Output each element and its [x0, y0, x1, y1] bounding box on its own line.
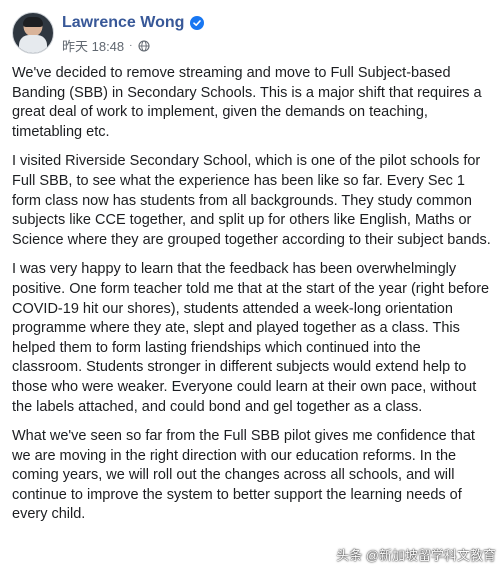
post-paragraph-1: We've decided to remove streaming and mo… — [12, 65, 482, 140]
post-header: Lawrence Wong 昨天 18:48 · — [12, 12, 492, 56]
author-name[interactable]: Lawrence Wong — [62, 14, 184, 32]
avatar[interactable] — [12, 12, 54, 54]
post-body: We've decided to remove streaming and mo… — [12, 64, 492, 535]
post-paragraph-3: I was very happy to learn that the feedb… — [12, 261, 490, 415]
post-paragraph-4: What we've seen so far from the Full SBB… — [12, 428, 475, 523]
facebook-post: Lawrence Wong 昨天 18:48 · We've decided t… — [0, 0, 504, 572]
separator-dot: · — [129, 40, 133, 51]
post-meta: 昨天 18:48 · — [62, 36, 150, 55]
post-paragraph-2: I visited Riverside Secondary School, wh… — [12, 153, 491, 248]
verified-badge-icon — [190, 16, 205, 30]
watermark-text: 头条 @新加坡留学科文教育 — [336, 548, 496, 563]
post-timestamp[interactable]: 昨天 18:48 — [62, 36, 124, 55]
author-row: Lawrence Wong — [62, 14, 205, 32]
watermark: 头条 @新加坡留学科文教育 — [336, 545, 496, 564]
globe-icon[interactable] — [137, 39, 150, 52]
